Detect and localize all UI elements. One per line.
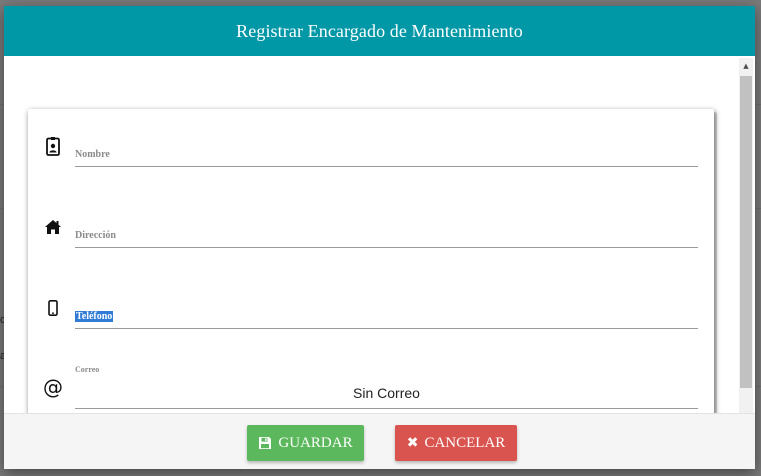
register-maintenance-modal: Registrar Encargado de Mantenimiento Nom…	[4, 6, 755, 469]
name-label: Nombre	[75, 149, 110, 160]
email-field[interactable]: @ Correo Sin Correo	[28, 365, 714, 411]
name-field[interactable]: Nombre	[28, 133, 714, 167]
name-input[interactable]	[75, 166, 698, 167]
save-button-label: GUARDAR	[278, 434, 353, 451]
floppy-disk-icon	[258, 436, 272, 450]
address-field[interactable]: Dirección	[28, 214, 714, 248]
save-button[interactable]: GUARDAR	[247, 425, 364, 461]
phone-label: Teléfono	[75, 311, 114, 322]
mobile-phone-icon	[42, 297, 64, 319]
email-label: Correo	[75, 365, 100, 374]
modal-header: Registrar Encargado de Mantenimiento	[4, 6, 755, 56]
modal-title: Registrar Encargado de Mantenimiento	[236, 20, 523, 41]
form-card: Nombre Dirección Teléfono @ Correo Sin C…	[28, 109, 714, 413]
email-value: Sin Correo	[353, 385, 420, 401]
modal-scrollbar[interactable]: ▲	[739, 58, 753, 413]
modal-footer: GUARDAR ✖ CANCELAR	[4, 413, 755, 469]
phone-input[interactable]	[75, 328, 698, 329]
cancel-button[interactable]: ✖ CANCELAR	[395, 425, 517, 461]
scroll-thumb[interactable]	[740, 76, 752, 388]
cancel-button-label: CANCELAR	[424, 434, 506, 451]
home-icon	[42, 216, 64, 238]
address-input[interactable]	[75, 247, 698, 248]
scroll-up-arrow-icon[interactable]: ▲	[739, 60, 753, 72]
phone-field[interactable]: Teléfono	[28, 295, 714, 329]
times-icon: ✖	[406, 435, 419, 451]
id-badge-icon	[42, 135, 64, 157]
email-input[interactable]	[75, 408, 698, 409]
at-sign-icon: @	[43, 375, 63, 399]
address-label: Dirección	[75, 230, 116, 241]
modal-body[interactable]: Nombre Dirección Teléfono @ Correo Sin C…	[4, 56, 755, 413]
